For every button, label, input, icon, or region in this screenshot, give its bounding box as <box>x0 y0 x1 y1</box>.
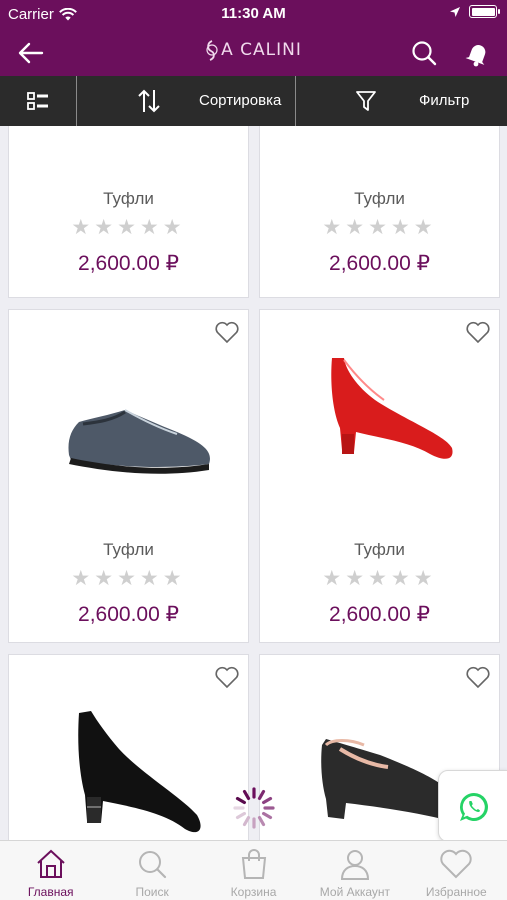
product-name: Туфли <box>103 189 154 208</box>
sort-button[interactable]: Сортировка <box>78 76 294 126</box>
favorite-heart-icon[interactable] <box>214 320 240 344</box>
status-right <box>449 5 500 18</box>
bag-icon <box>241 849 266 879</box>
sort-label: Сортировка <box>199 92 282 109</box>
tab-label: Корзина <box>230 885 277 899</box>
battery-icon <box>469 5 500 18</box>
rating-stars: ★★★★★ <box>322 567 437 590</box>
product-price: 2,600.00 ₽ <box>78 603 179 626</box>
bottom-tab-bar: Главная Поиск Корзина Мой Аккаунт Избран… <box>0 840 507 900</box>
user-icon <box>340 850 369 880</box>
filter-button[interactable]: Фильтр <box>296 76 507 126</box>
heart-icon <box>440 849 472 879</box>
favorite-heart-icon[interactable] <box>214 665 240 689</box>
product-card[interactable]: Туфли ★★★★★ 2,600.00 ₽ <box>8 309 249 643</box>
filter-funnel-icon <box>356 91 376 111</box>
product-image[interactable] <box>260 350 501 480</box>
product-image[interactable] <box>9 360 250 480</box>
product-price: 2,600.00 ₽ <box>329 603 430 626</box>
tab-label: Главная <box>27 885 74 899</box>
status-bar: Carrier 11:30 AM <box>0 0 507 30</box>
toolbar: Сортировка Фильтр <box>0 76 507 126</box>
tab-label: Избранное <box>425 885 487 899</box>
product-card[interactable]: Туфли ★★★★★ 2,600.00 ₽ <box>8 126 249 298</box>
product-card[interactable] <box>8 654 249 840</box>
product-name: Туфли <box>103 540 154 559</box>
tab-label: Поиск <box>135 885 169 899</box>
favorite-heart-icon[interactable] <box>465 320 491 344</box>
status-time: 11:30 AM <box>221 5 286 22</box>
nav-bar: A CALINI <box>0 30 507 76</box>
tab-home[interactable]: Главная <box>0 841 101 900</box>
logo-mark-icon <box>206 40 218 61</box>
whatsapp-button[interactable] <box>438 770 507 842</box>
rating-stars: ★★★★★ <box>71 216 186 239</box>
rating-stars: ★★★★★ <box>322 216 437 239</box>
logo-text: A CALINI <box>221 40 302 60</box>
bell-icon[interactable] <box>463 38 493 68</box>
loading-spinner-icon <box>233 787 275 829</box>
tab-search[interactable]: Поиск <box>101 841 202 900</box>
favorite-heart-icon[interactable] <box>465 665 491 689</box>
whatsapp-icon <box>459 793 488 821</box>
product-name: Туфли <box>354 540 405 559</box>
product-card[interactable]: Туфли ★★★★★ 2,600.00 ₽ <box>259 309 500 643</box>
filter-label: Фильтр <box>419 92 470 109</box>
sort-arrows-icon <box>138 89 160 113</box>
tab-favorites[interactable]: Избранное <box>406 841 507 900</box>
product-name: Туфли <box>354 189 405 208</box>
product-price: 2,600.00 ₽ <box>78 252 179 275</box>
product-image[interactable] <box>9 703 250 840</box>
location-arrow-icon <box>450 6 460 17</box>
rating-stars: ★★★★★ <box>71 567 186 590</box>
home-icon <box>37 849 65 878</box>
tab-cart[interactable]: Корзина <box>203 841 304 900</box>
view-toggle-button[interactable] <box>0 76 76 126</box>
search-icon[interactable] <box>409 38 439 68</box>
search-icon <box>139 851 167 879</box>
tab-account[interactable]: Мой Аккаунт <box>304 841 405 900</box>
toolbar-divider <box>76 76 77 126</box>
product-grid[interactable]: Туфли ★★★★★ 2,600.00 ₽ Туфли ★★★★★ 2,600… <box>0 126 507 840</box>
tab-label: Мой Аккаунт <box>319 885 391 899</box>
product-price: 2,600.00 ₽ <box>329 252 430 275</box>
product-card[interactable]: Туфли ★★★★★ 2,600.00 ₽ <box>259 126 500 298</box>
list-view-icon <box>27 92 48 110</box>
